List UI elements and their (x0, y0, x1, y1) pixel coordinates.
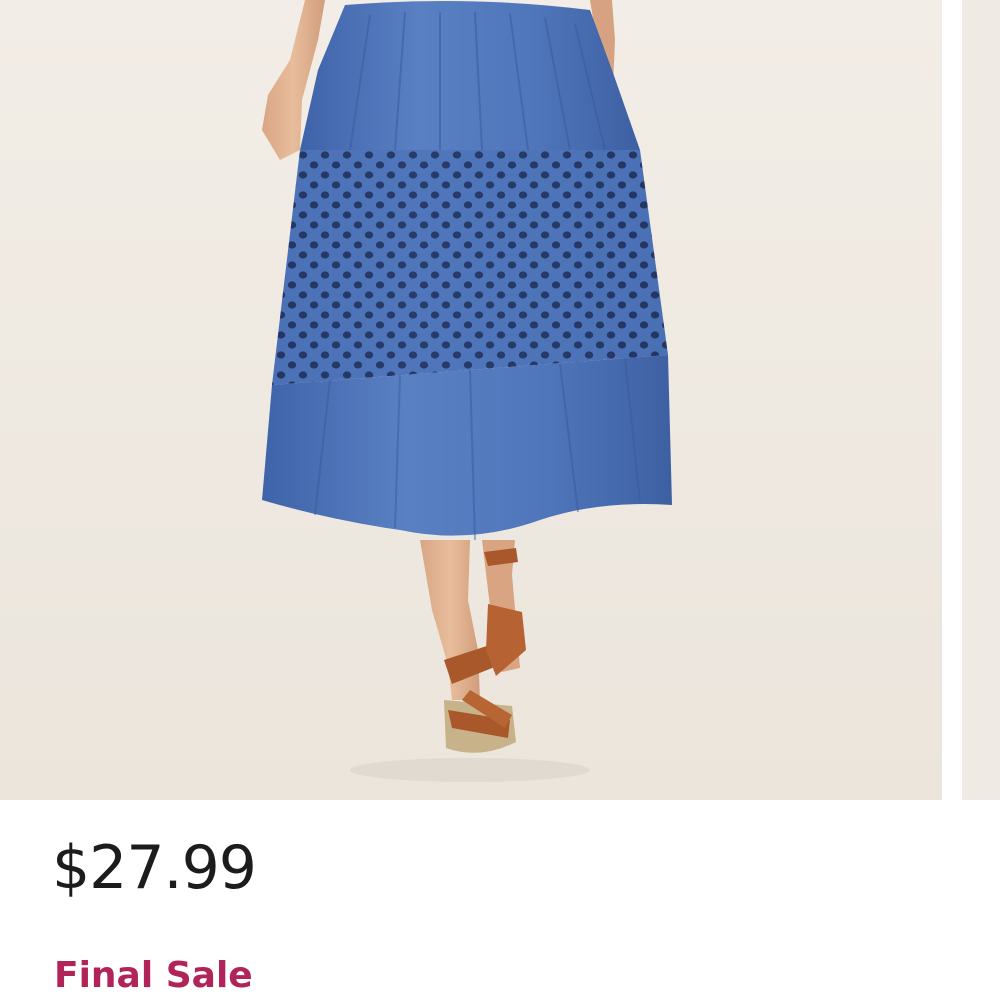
next-image-slide-peek[interactable] (962, 0, 1000, 800)
product-image-slide[interactable] (0, 0, 942, 800)
product-page: $27.99 Final Sale (0, 0, 1000, 1000)
product-photo (0, 0, 942, 800)
product-image-carousel[interactable] (0, 0, 1000, 800)
product-price: $27.99 (52, 833, 257, 903)
final-sale-label: Final Sale (54, 955, 253, 996)
